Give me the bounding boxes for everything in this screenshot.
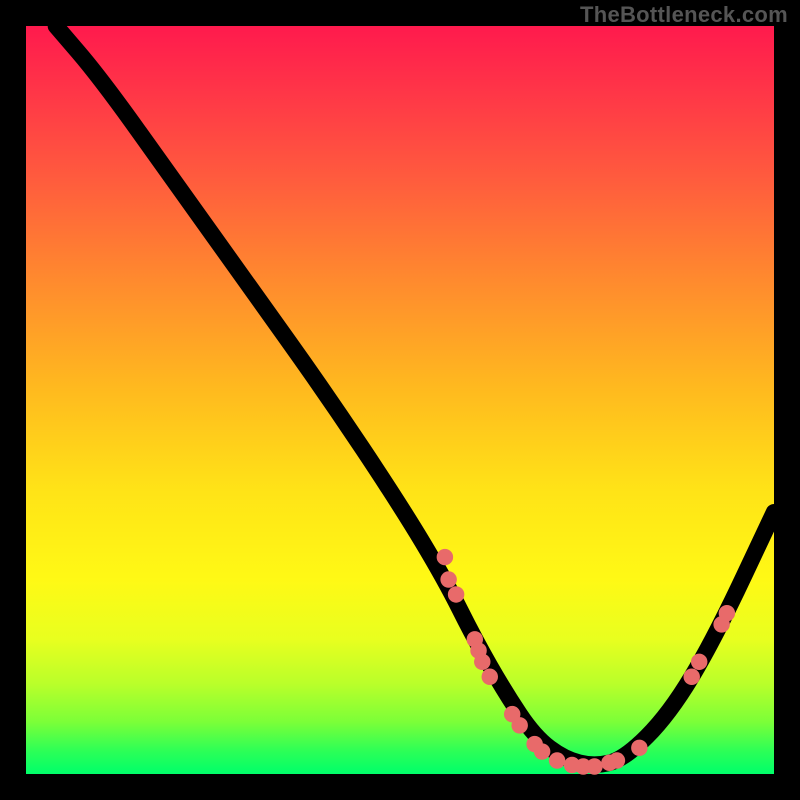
data-marker: [631, 740, 647, 756]
data-marker: [511, 717, 527, 733]
data-marker: [474, 654, 490, 670]
data-marker: [683, 669, 699, 685]
data-marker: [448, 586, 464, 602]
bottleneck-curve: [56, 26, 774, 765]
data-marker: [534, 743, 550, 759]
marker-group: [437, 549, 735, 775]
watermark-text: TheBottleneck.com: [580, 2, 788, 28]
chart-container: TheBottleneck.com: [0, 0, 800, 800]
data-marker: [482, 669, 498, 685]
data-marker: [549, 752, 565, 768]
data-marker: [437, 549, 453, 565]
data-marker: [691, 654, 707, 670]
data-marker: [586, 758, 602, 774]
data-marker: [609, 752, 625, 768]
data-marker: [440, 571, 456, 587]
data-marker: [719, 605, 735, 621]
plot-area: [26, 26, 774, 774]
chart-svg: [26, 26, 774, 774]
